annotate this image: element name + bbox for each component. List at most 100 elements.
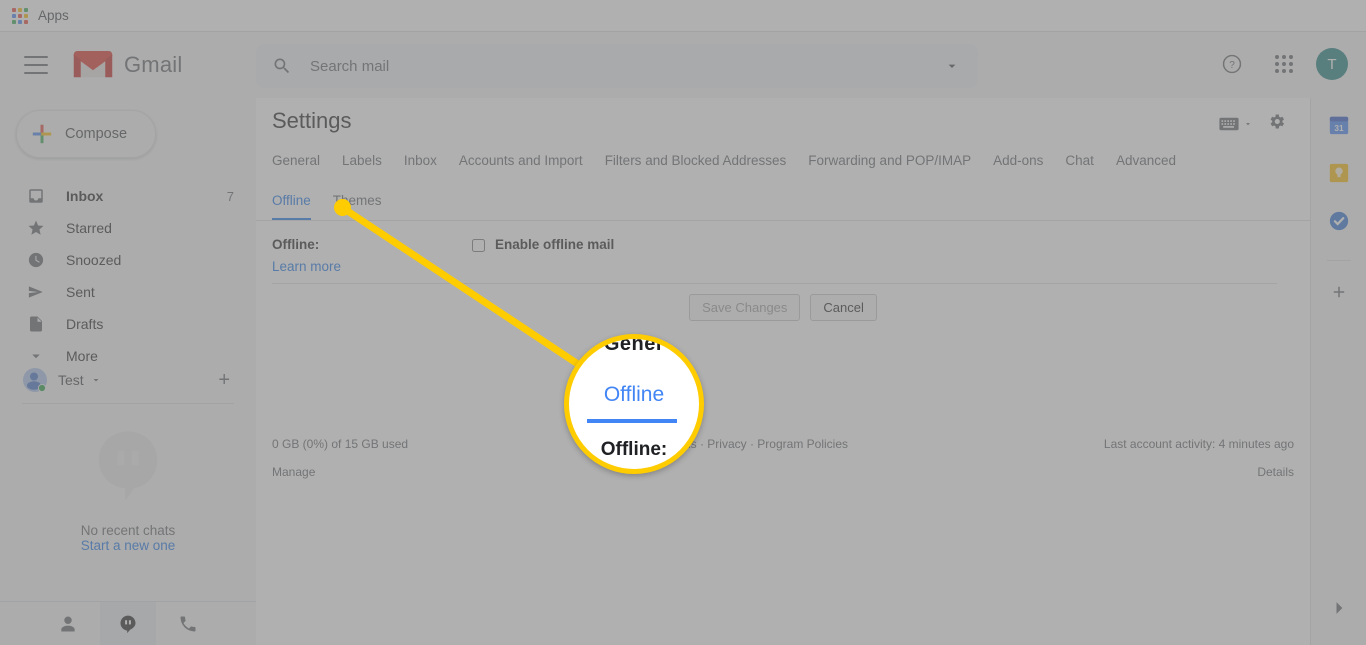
tab-general[interactable]: General <box>272 153 331 168</box>
compose-label: Compose <box>65 126 128 142</box>
add-addon-button[interactable] <box>1328 281 1350 303</box>
tabs-divider <box>256 220 1310 221</box>
learn-more-link[interactable]: Learn more <box>272 259 472 274</box>
search-input[interactable] <box>310 57 944 75</box>
hangouts-icon <box>120 615 136 633</box>
phone-icon <box>180 616 196 631</box>
sidebar-nav-list: Inbox 7 Starred Snoozed Sent Drafts More <box>0 180 256 372</box>
enable-offline-mail-label[interactable]: Enable offline mail <box>495 237 614 252</box>
send-icon <box>26 282 46 302</box>
help-circle-icon: ? <box>1222 54 1242 74</box>
keyboard-shortcuts-button[interactable] <box>1219 117 1253 131</box>
caret-down-icon[interactable] <box>90 374 102 386</box>
apps-grid-icon[interactable] <box>12 7 28 24</box>
sidebar-item-drafts[interactable]: Drafts <box>0 308 256 340</box>
activity-details-link[interactable]: Details <box>1104 465 1294 479</box>
google-tasks-icon[interactable] <box>1328 210 1350 232</box>
tab-inbox[interactable]: Inbox <box>404 153 448 168</box>
manage-storage-link[interactable]: Manage <box>272 465 408 479</box>
policy-links[interactable]: Terms · Privacy · Program Policies <box>664 437 848 451</box>
settings-button-row: Save Changes Cancel <box>256 294 1310 321</box>
chevron-right-icon <box>1336 602 1342 614</box>
header-actions: ? T <box>1212 44 1348 84</box>
plus-icon <box>32 124 52 144</box>
keyboard-icon <box>1219 117 1239 131</box>
caret-down-icon <box>1245 123 1251 126</box>
chat-empty-text: No recent chats <box>80 523 176 538</box>
hamburger-menu-icon[interactable] <box>24 56 48 74</box>
gear-icon <box>1270 114 1285 129</box>
google-apps-grid-icon <box>1275 55 1293 73</box>
tab-filters-and-blocked-addresses[interactable]: Filters and Blocked Addresses <box>605 153 798 168</box>
footer-storage-col: 0 GB (0%) of 15 GB used Manage <box>272 437 408 479</box>
tab-offline[interactable]: Offline <box>272 193 322 220</box>
chat-empty-state: No recent chats Start a new one <box>0 428 256 553</box>
account-name: Test <box>58 372 84 388</box>
compose-button[interactable]: Compose <box>16 110 156 158</box>
save-changes-button[interactable]: Save Changes <box>689 294 801 321</box>
page-title: Settings <box>272 108 352 133</box>
sidebar: Compose Inbox 7 Starred Snoozed Sent Dra… <box>0 98 256 645</box>
gmail-header: Gmail ? T <box>0 32 1366 98</box>
gmail-logo[interactable]: Gmail <box>72 49 182 81</box>
tab-forwarding-and-pop-imap[interactable]: Forwarding and POP/IMAP <box>808 153 982 168</box>
sidebar-divider <box>22 403 234 404</box>
sidebar-item-label: Sent <box>66 284 95 300</box>
last-account-activity-text: Last account activity: 4 minutes ago <box>1103 437 1294 451</box>
chat-tab-hangouts[interactable] <box>100 601 156 645</box>
tab-add-ons[interactable]: Add-ons <box>993 153 1054 168</box>
screenshot-root: Apps Gmail Search mail ? T Compose Inbox… <box>0 0 1366 645</box>
chevron-down-icon[interactable] <box>944 58 960 74</box>
sidebar-item-label: Snoozed <box>66 252 122 268</box>
account-row[interactable]: Test + <box>0 360 256 400</box>
contact-avatar-icon <box>22 367 48 393</box>
sidebar-item-snoozed[interactable]: Snoozed <box>0 244 256 276</box>
gmail-m-logo-icon <box>73 51 113 78</box>
search-bar[interactable] <box>256 44 978 88</box>
add-account-button[interactable]: + <box>218 369 230 392</box>
svg-text:?: ? <box>1229 60 1235 71</box>
enable-offline-control: Enable offline mail <box>472 236 614 274</box>
star-icon <box>26 218 46 238</box>
tab-advanced[interactable]: Advanced <box>1116 153 1187 168</box>
offline-option-row: Offline: Learn more Enable offline mail <box>272 236 1277 274</box>
inbox-count: 7 <box>226 188 234 204</box>
bookmark-label[interactable]: Apps <box>38 8 69 23</box>
tab-accounts-and-import[interactable]: Accounts and Import <box>459 153 594 168</box>
storage-usage-text: 0 GB (0%) of 15 GB used <box>272 437 409 451</box>
help-button[interactable]: ? <box>1212 44 1252 84</box>
google-apps-button[interactable] <box>1264 44 1304 84</box>
google-keep-icon[interactable] <box>1328 162 1350 184</box>
plus-icon <box>1333 286 1344 298</box>
person-icon <box>61 616 75 631</box>
expand-panel-button[interactable] <box>1329 598 1349 623</box>
settings-toolbar <box>1219 112 1286 136</box>
clock-icon <box>26 250 46 270</box>
tab-chat[interactable]: Chat <box>1065 153 1105 168</box>
tab-themes[interactable]: Themes <box>333 193 393 208</box>
browser-bookmark-bar: Apps <box>0 0 1366 32</box>
chat-tab-contacts[interactable] <box>40 602 96 645</box>
rail-divider <box>1326 260 1351 261</box>
search-icon <box>274 58 290 74</box>
footer-policies-col: Terms · Privacy · Program Policies <box>664 437 848 479</box>
sidebar-item-sent[interactable]: Sent <box>0 276 256 308</box>
chat-tab-phone[interactable] <box>160 602 216 645</box>
draft-icon <box>26 314 46 334</box>
start-new-chat-link[interactable]: Start a new one <box>0 538 256 553</box>
avatar[interactable]: T <box>1316 48 1348 80</box>
google-calendar-icon[interactable]: 31 <box>1328 114 1350 136</box>
gmail-brand-text: Gmail <box>124 52 183 77</box>
tab-labels[interactable]: Labels <box>342 153 393 168</box>
sidebar-item-starred[interactable]: Starred <box>0 212 256 244</box>
sidebar-item-label: Inbox <box>66 188 104 204</box>
settings-pane: Settings General Labels Inbox Accounts a… <box>256 98 1310 645</box>
enable-offline-mail-checkbox[interactable] <box>472 239 485 252</box>
cancel-button[interactable]: Cancel <box>810 294 877 321</box>
settings-gear-button[interactable] <box>1267 112 1286 136</box>
hangouts-bubble-icon <box>98 431 158 501</box>
offline-option-label: Offline: Learn more <box>272 236 472 274</box>
sidebar-item-inbox[interactable]: Inbox 7 <box>0 180 256 212</box>
chat-tab-bar <box>0 601 256 645</box>
sidebar-item-label: Starred <box>66 220 112 236</box>
